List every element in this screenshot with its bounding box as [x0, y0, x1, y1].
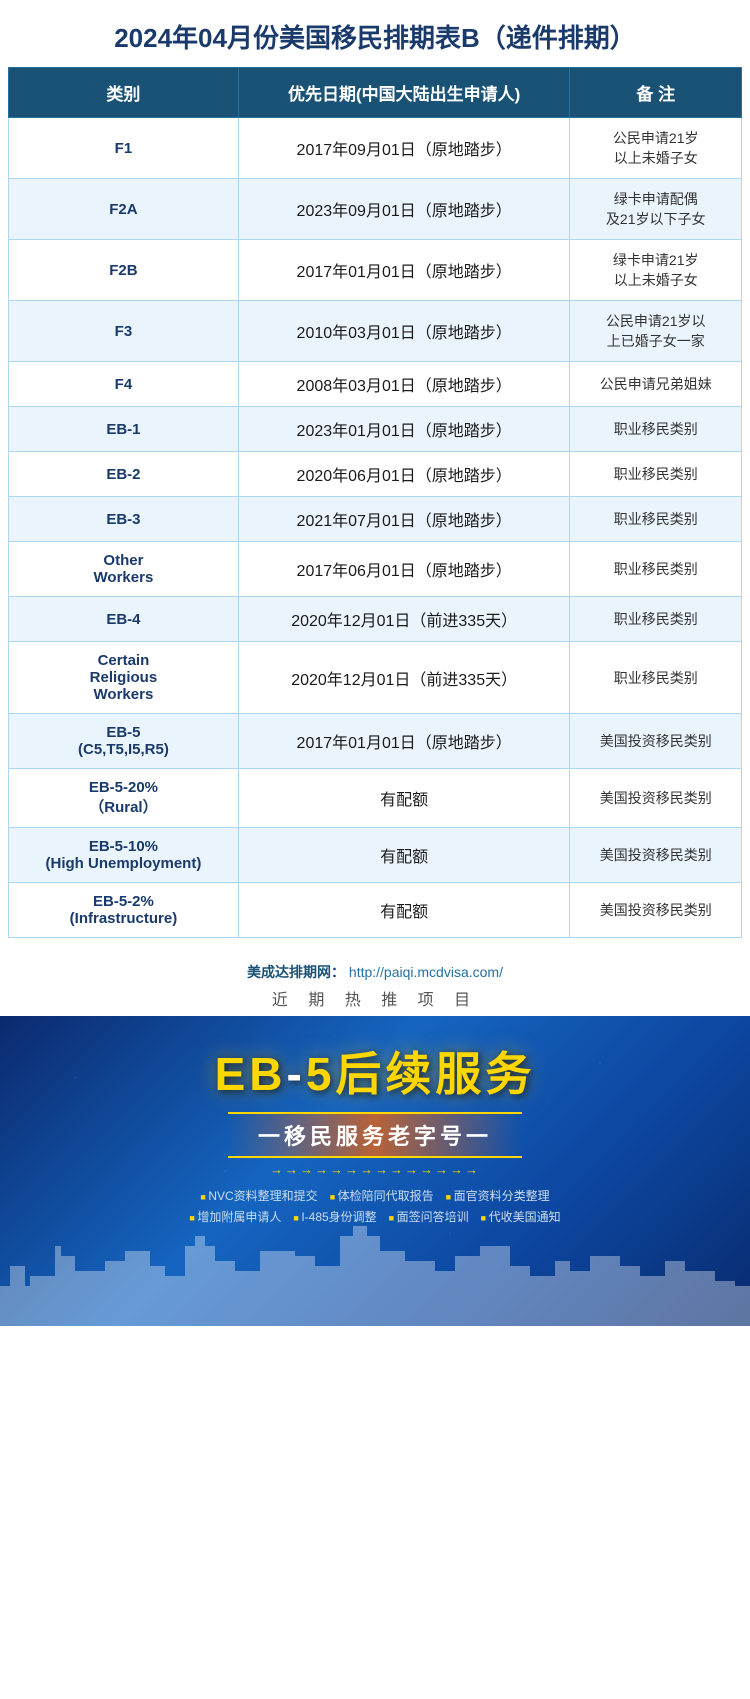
col-header-date: 优先日期(中国大陆出生申请人) [238, 68, 570, 118]
table-row: EB-5-20% （Rural）有配额美国投资移民类别 [9, 769, 742, 828]
table-cell-note: 职业移民类别 [570, 597, 742, 642]
banner-title-suffix: 后续服务 [335, 1048, 535, 1100]
banner-bullet-6: 面签问答培训 [389, 1208, 469, 1225]
table-row: EB-5 (C5,T5,I5,R5)2017年01月01日（原地踏步）美国投资移… [9, 714, 742, 769]
table-row: EB-42020年12月01日（前进335天）职业移民类别 [9, 597, 742, 642]
table-cell-note: 公民申请21岁以 上已婚子女一家 [570, 301, 742, 362]
table-header-row: 类别 优先日期(中国大陆出生申请人) 备 注 [9, 68, 742, 118]
table-cell-date: 有配额 [238, 883, 570, 938]
table-cell-note: 职业移民类别 [570, 407, 742, 452]
table-cell-date: 2023年01月01日（原地踏步） [238, 407, 570, 452]
table-cell-category: F4 [9, 362, 239, 407]
table-cell-note: 职业移民类别 [570, 642, 742, 714]
table-row: EB-5-10% (High Unemployment)有配额美国投资移民类别 [9, 828, 742, 883]
table-cell-date: 2023年09月01日（原地踏步） [238, 179, 570, 240]
table-cell-date: 2008年03月01日（原地踏步） [238, 362, 570, 407]
table-row: F32010年03月01日（原地踏步）公民申请21岁以 上已婚子女一家 [9, 301, 742, 362]
table-cell-date: 有配额 [238, 828, 570, 883]
table-cell-note: 公民申请21岁 以上未婚子女 [570, 118, 742, 179]
table-cell-date: 2017年01月01日（原地踏步） [238, 714, 570, 769]
banner-main-title: EB-5后续服务 [215, 1038, 536, 1104]
col-header-note: 备 注 [570, 68, 742, 118]
banner-bullet-3: 面官资料分类整理 [446, 1187, 550, 1204]
table-cell-note: 美国投资移民类别 [570, 828, 742, 883]
table-row: F2A2023年09月01日（原地踏步）绿卡申请配偶 及21岁以下子女 [9, 179, 742, 240]
table-cell-category: EB-5-2% (Infrastructure) [9, 883, 239, 938]
table-cell-note: 美国投资移民类别 [570, 883, 742, 938]
banner-bullets-bottom: 增加附属申请人 I-485身份调整 面签问答培训 代收美国通知 [169, 1208, 580, 1225]
banner-bullet-1: NVC资料整理和提交 [200, 1187, 317, 1204]
table-cell-category: Other Workers [9, 542, 239, 597]
table-row: EB-5-2% (Infrastructure)有配额美国投资移民类别 [9, 883, 742, 938]
table-cell-date: 2017年09月01日（原地踏步） [238, 118, 570, 179]
table-cell-date: 2021年07月01日（原地踏步） [238, 497, 570, 542]
table-cell-category: EB-5 (C5,T5,I5,R5) [9, 714, 239, 769]
col-header-category: 类别 [9, 68, 239, 118]
footer-hot-projects: 近 期 热 推 项 目 [10, 986, 740, 1010]
table-wrapper: 类别 优先日期(中国大陆出生申请人) 备 注 F12017年09月01日（原地踏… [0, 67, 750, 948]
table-cell-category: EB-3 [9, 497, 239, 542]
table-cell-category: F3 [9, 301, 239, 362]
table-cell-date: 2020年12月01日（前进335天） [238, 642, 570, 714]
table-cell-category: F2B [9, 240, 239, 301]
banner-bullet-4: 增加附属申请人 [189, 1208, 281, 1225]
footer-links: 美成达排期网： http://paiqi.mcdvisa.com/ 近 期 热 … [0, 948, 750, 1016]
table-row: F42008年03月01日（原地踏步）公民申请兄弟姐妹 [9, 362, 742, 407]
banner-bullet-5: I-485身份调整 [293, 1208, 376, 1225]
table-cell-date: 2017年06月01日（原地踏步） [238, 542, 570, 597]
table-row: F2B2017年01月01日（原地踏步）绿卡申请21岁 以上未婚子女 [9, 240, 742, 301]
table-cell-category: EB-1 [9, 407, 239, 452]
footer-site-url: http://paiqi.mcdvisa.com/ [349, 964, 503, 980]
banner-arrows: →→→→→→→→→→→→→→ [270, 1162, 480, 1177]
table-cell-note: 绿卡申请配偶 及21岁以下子女 [570, 179, 742, 240]
table-row: F12017年09月01日（原地踏步）公民申请21岁 以上未婚子女 [9, 118, 742, 179]
table-cell-category: EB-4 [9, 597, 239, 642]
table-cell-note: 职业移民类别 [570, 542, 742, 597]
banner-subtitle: 一移民服务老字号一 [258, 1119, 492, 1151]
table-row: Other Workers2017年06月01日（原地踏步）职业移民类别 [9, 542, 742, 597]
banner-bullet-2: 体检陪同代取报告 [330, 1187, 434, 1204]
table-cell-category: F1 [9, 118, 239, 179]
footer-site-line: 美成达排期网： http://paiqi.mcdvisa.com/ [10, 962, 740, 982]
table-cell-note: 公民申请兄弟姐妹 [570, 362, 742, 407]
table-cell-date: 2017年01月01日（原地踏步） [238, 240, 570, 301]
banner-title-dash: - [286, 1048, 305, 1100]
banner-title-5: 5 [306, 1048, 336, 1100]
table-row: EB-12023年01月01日（原地踏步）职业移民类别 [9, 407, 742, 452]
table-row: EB-32021年07月01日（原地踏步）职业移民类别 [9, 497, 742, 542]
banner-title-eb: EB [215, 1048, 287, 1100]
table-cell-category: EB-5-10% (High Unemployment) [9, 828, 239, 883]
table-cell-date: 2020年12月01日（前进335天） [238, 597, 570, 642]
table-row: Certain Religious Workers2020年12月01日（前进3… [9, 642, 742, 714]
table-cell-note: 美国投资移民类别 [570, 714, 742, 769]
table-cell-note: 绿卡申请21岁 以上未婚子女 [570, 240, 742, 301]
table-cell-note: 职业移民类别 [570, 452, 742, 497]
table-cell-date: 有配额 [238, 769, 570, 828]
banner-bullets-top: NVC资料整理和提交 体检陪同代取报告 面官资料分类整理 [180, 1187, 569, 1204]
table-cell-note: 职业移民类别 [570, 497, 742, 542]
table-cell-date: 2010年03月01日（原地踏步） [238, 301, 570, 362]
table-cell-note: 美国投资移民类别 [570, 769, 742, 828]
immigration-table: 类别 优先日期(中国大陆出生申请人) 备 注 F12017年09月01日（原地踏… [8, 67, 742, 938]
table-cell-category: Certain Religious Workers [9, 642, 239, 714]
table-cell-category: EB-2 [9, 452, 239, 497]
table-cell-date: 2020年06月01日（原地踏步） [238, 452, 570, 497]
page-header: 2024年04月份美国移民排期表B（递件排期） [0, 0, 750, 67]
footer-site-name: 美成达排期网： [247, 964, 345, 980]
page-title: 2024年04月份美国移民排期表B（递件排期） [10, 18, 740, 55]
table-cell-category: F2A [9, 179, 239, 240]
eb5-banner: EB-5后续服务 一移民服务老字号一 →→→→→→→→→→→→→→ NVC资料整… [0, 1016, 750, 1326]
table-cell-category: EB-5-20% （Rural） [9, 769, 239, 828]
banner-bullet-7: 代收美国通知 [481, 1208, 561, 1225]
table-row: EB-22020年06月01日（原地踏步）职业移民类别 [9, 452, 742, 497]
banner-subtitle-box: 一移民服务老字号一 [228, 1112, 522, 1158]
